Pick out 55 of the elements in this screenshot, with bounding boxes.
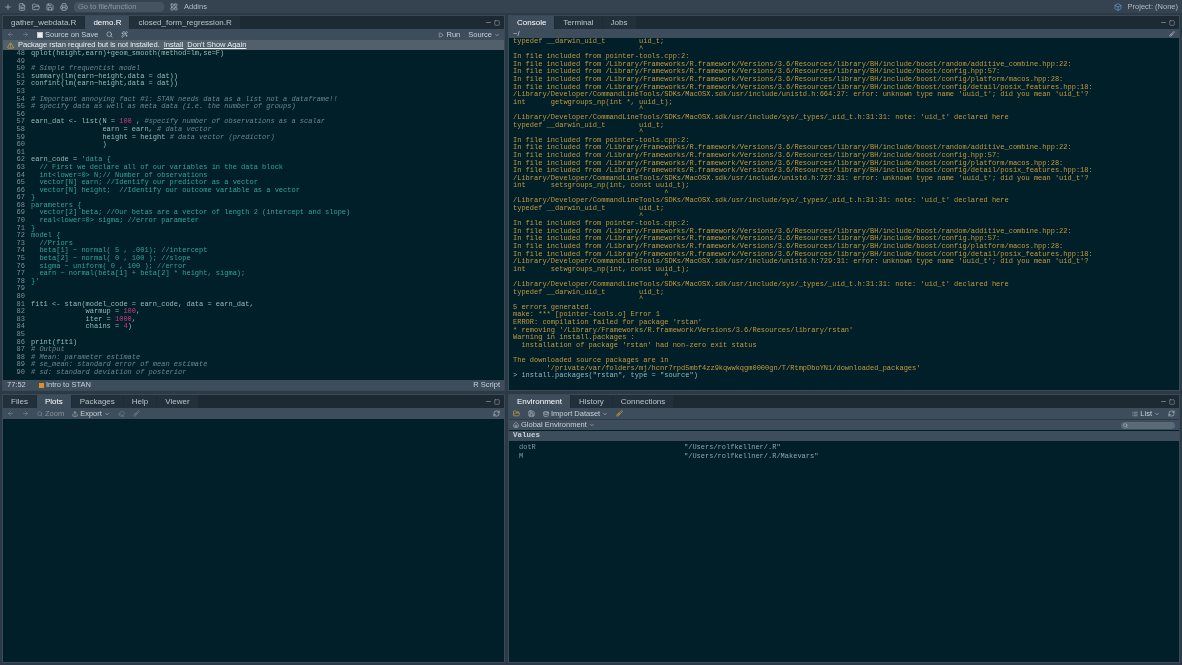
home-icon [513, 422, 519, 428]
magnifier-icon [37, 410, 43, 417]
tab[interactable]: Connections [612, 395, 675, 408]
warning-icon [7, 41, 14, 49]
broom-icon[interactable] [132, 410, 140, 417]
new-project-icon[interactable] [18, 2, 26, 11]
caret-icon [103, 410, 110, 417]
tab[interactable]: demo.R [85, 16, 131, 29]
tab[interactable]: Packages [71, 395, 124, 408]
play-icon [438, 31, 445, 38]
caret-icon [1154, 410, 1160, 417]
tab[interactable]: Plots [36, 395, 72, 408]
maximize-icon[interactable] [494, 19, 500, 26]
tab[interactable]: Console [509, 16, 556, 29]
broom-icon[interactable] [616, 410, 624, 417]
forward-icon[interactable] [22, 31, 29, 38]
tab[interactable]: Jobs [602, 16, 637, 29]
minimize-icon[interactable] [485, 398, 492, 405]
tab[interactable]: Environment [509, 395, 571, 408]
tab[interactable]: closed_form_regression.R [130, 16, 241, 29]
refresh-icon[interactable] [493, 410, 500, 417]
maximize-icon[interactable] [494, 398, 500, 405]
clear-console-icon[interactable] [1169, 30, 1175, 37]
list-icon [1132, 410, 1139, 417]
back-icon[interactable] [7, 31, 14, 38]
tab[interactable]: Help [123, 395, 158, 408]
save-icon[interactable] [528, 410, 535, 417]
maximize-icon[interactable] [1169, 398, 1175, 405]
upload-icon [72, 410, 79, 417]
grid-icon[interactable] [170, 2, 178, 11]
search-field[interactable] [1121, 421, 1175, 429]
project-icon [1113, 2, 1122, 11]
print-icon[interactable] [60, 2, 68, 11]
minimize-icon[interactable] [485, 19, 492, 26]
eraser-icon[interactable] [117, 410, 125, 417]
caret-icon [494, 31, 500, 38]
maximize-icon[interactable] [1169, 19, 1175, 26]
new-file-icon[interactable] [4, 2, 12, 11]
wand-icon[interactable] [121, 31, 129, 38]
tab[interactable]: Files [3, 395, 37, 408]
open-folder-icon[interactable] [32, 2, 40, 11]
search-icon[interactable] [106, 31, 114, 38]
open-folder-icon[interactable] [513, 410, 520, 417]
forward-icon[interactable] [22, 410, 29, 417]
tab[interactable]: Terminal [555, 16, 603, 29]
tab[interactable]: Viewer [157, 395, 199, 408]
database-icon [543, 410, 549, 417]
back-icon[interactable] [7, 410, 14, 417]
minimize-icon[interactable] [1160, 398, 1167, 405]
refresh-icon[interactable] [1168, 410, 1175, 417]
tab[interactable]: gather_webdata.R [3, 16, 86, 29]
save-icon[interactable] [46, 2, 54, 11]
search-icon [1123, 422, 1128, 428]
minimize-icon[interactable] [1160, 19, 1167, 26]
tab[interactable]: History [570, 395, 613, 408]
